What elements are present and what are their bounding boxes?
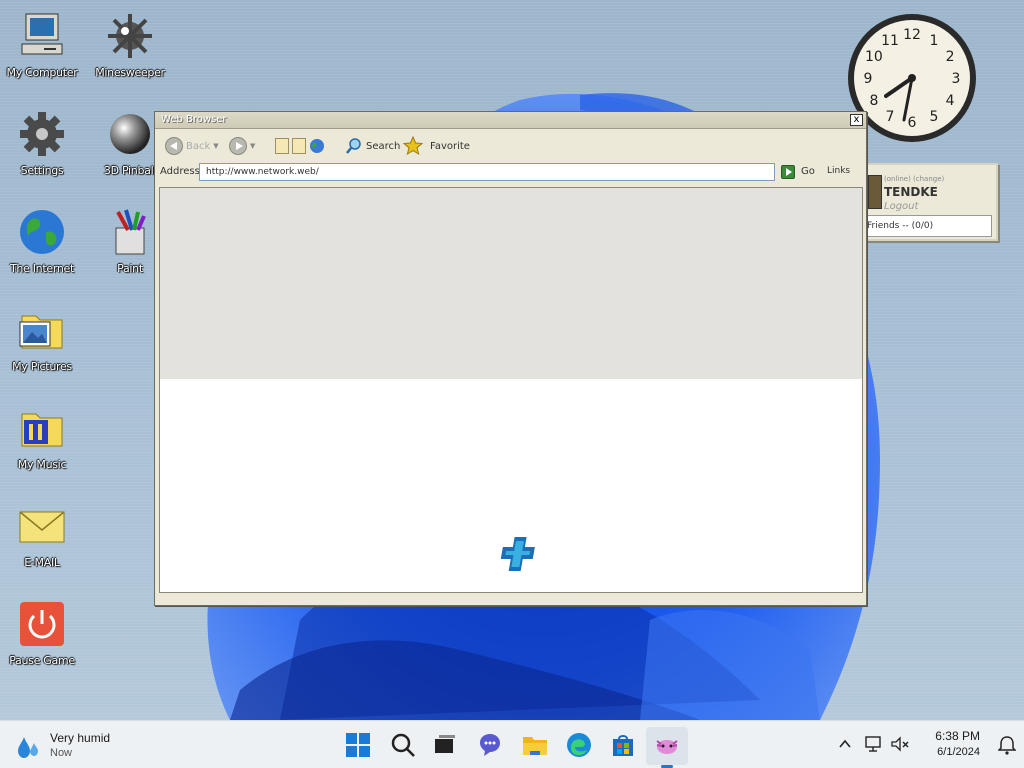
favorite-label: Favorite [430, 140, 470, 152]
weather-subtitle: Now [50, 747, 73, 759]
desktop-icon-minesweeper[interactable]: Minesweeper [88, 10, 172, 79]
desktop-icon-label: E-MAIL [24, 556, 60, 569]
clock-numeral: 11 [881, 33, 899, 49]
desktop-icon-my-pictures[interactable]: My Pictures [0, 304, 84, 373]
paint-icon [115, 209, 146, 255]
go-button[interactable]: Go [801, 166, 815, 177]
globe-icon [20, 210, 64, 254]
pinball-icon [110, 114, 150, 154]
messenger-widget: (online) (change) TENDKE Logout Friends … [860, 163, 998, 241]
star-icon [403, 136, 423, 156]
network-icon[interactable] [864, 735, 884, 753]
desktop-icon-my-music[interactable]: My Music [0, 402, 84, 471]
window-title: Web Browser [161, 114, 227, 125]
clock-date[interactable]: 6/1/2024 [920, 746, 980, 758]
weather-title: Very humid [50, 731, 111, 745]
refresh-icon[interactable] [292, 138, 306, 154]
desktop-icon-the-internet[interactable]: The Internet [0, 206, 84, 275]
desktop: My Computer Minesweeper Settings 3D Pinb… [0, 0, 1024, 720]
desktop-icon-settings[interactable]: Settings [0, 108, 84, 177]
clock-numeral: 5 [930, 109, 939, 125]
desktop-icon-label: Settings [20, 164, 64, 177]
weather-widget[interactable]: Very humid Now [16, 729, 176, 763]
web-browser-window: Web Browser x Back ▼ ▼ Search Favorite A… [154, 111, 867, 606]
address-input[interactable]: http://www.network.web/ [199, 163, 775, 181]
clock-numeral: 2 [946, 49, 955, 65]
go-arrow-icon[interactable] [781, 165, 795, 179]
clock-numeral: 12 [903, 27, 921, 43]
pictures-folder-icon [19, 315, 63, 349]
clock-time[interactable]: 6:38 PM [920, 729, 980, 743]
clock-numeral: 4 [946, 93, 955, 109]
page-header-band [160, 188, 862, 379]
friends-list[interactable]: Friends -- (0/0) [864, 215, 992, 237]
address-bar-row: Address http://www.network.web/ Go Links [155, 162, 866, 184]
back-arrow-icon [165, 137, 183, 155]
desktop-icon-email[interactable]: E-MAIL [0, 500, 84, 569]
forward-button[interactable]: ▼ [229, 136, 255, 156]
taskbar: Very humid Now 6:38 PM 6/1/2024 [0, 720, 1024, 768]
desktop-icon-pause-game[interactable]: Pause Game [0, 598, 84, 667]
links-button[interactable]: Links [827, 166, 850, 176]
favorite-button[interactable]: Favorite [403, 136, 470, 156]
loading-logo-icon [500, 537, 535, 571]
chevron-down-icon: ▼ [250, 142, 256, 150]
search-button[interactable]: Search [345, 136, 400, 156]
page-viewport[interactable] [159, 187, 863, 593]
stop-icon[interactable] [275, 138, 289, 154]
clock-numeral: 1 [930, 33, 939, 49]
page-buttons [275, 136, 325, 156]
home-globe-icon[interactable] [309, 138, 325, 154]
close-button[interactable]: x [850, 114, 863, 126]
power-icon [20, 602, 64, 646]
desktop-icon-label: Minesweeper [95, 66, 165, 79]
envelope-icon [19, 511, 65, 543]
search-icon [346, 138, 361, 154]
task-view-icon[interactable] [431, 731, 459, 759]
notification-bell-icon[interactable] [998, 735, 1016, 755]
avatar [868, 175, 882, 209]
toolbar: Back ▼ ▼ Search Favorite [155, 132, 866, 160]
search-label: Search [366, 140, 401, 152]
start-windows-icon[interactable] [344, 731, 372, 759]
desktop-icon-label: My Pictures [12, 360, 72, 373]
desktop-icon-label: Pause Game [9, 654, 75, 667]
desktop-icon-label: The Internet [9, 262, 75, 275]
file-explorer-icon[interactable] [521, 731, 549, 759]
search-icon[interactable] [389, 731, 417, 759]
desktop-icon-my-computer[interactable]: My Computer [0, 10, 84, 79]
system-tray: 6:38 PM 6/1/2024 [834, 721, 1024, 768]
chevron-up-icon[interactable] [838, 737, 852, 751]
gear-icon [20, 112, 64, 156]
axolotl-app-icon[interactable] [653, 731, 681, 759]
clock-numeral: 7 [886, 109, 895, 125]
chevron-down-icon: ▼ [213, 142, 219, 150]
humidity-icon [18, 737, 38, 758]
chat-icon[interactable] [476, 731, 504, 759]
clock-numeral: 9 [864, 71, 873, 87]
address-label: Address [160, 166, 200, 177]
logout-link[interactable]: Logout [884, 201, 918, 212]
back-label: Back [186, 140, 211, 152]
desktop-icon-label: My Computer [6, 66, 78, 79]
forward-arrow-icon [229, 137, 247, 155]
speaker-muted-icon[interactable] [890, 735, 910, 753]
clock-numeral: 3 [952, 71, 961, 87]
edge-browser-icon[interactable] [565, 731, 593, 759]
status-bar [155, 595, 866, 605]
desktop-icon-label: My Music [17, 458, 67, 471]
clock-numeral: 8 [869, 93, 878, 109]
mine-icon [108, 14, 152, 58]
computer-icon [21, 13, 63, 55]
username: TENDKE [884, 185, 938, 199]
store-icon[interactable] [609, 731, 637, 759]
title-bar[interactable]: Web Browser x [155, 112, 866, 129]
clock-numeral: 10 [865, 49, 883, 65]
clock-numeral: 6 [908, 115, 917, 131]
music-folder-icon [21, 413, 63, 447]
back-button[interactable]: Back ▼ [165, 136, 219, 156]
status-text: (online) (change) [884, 175, 945, 183]
